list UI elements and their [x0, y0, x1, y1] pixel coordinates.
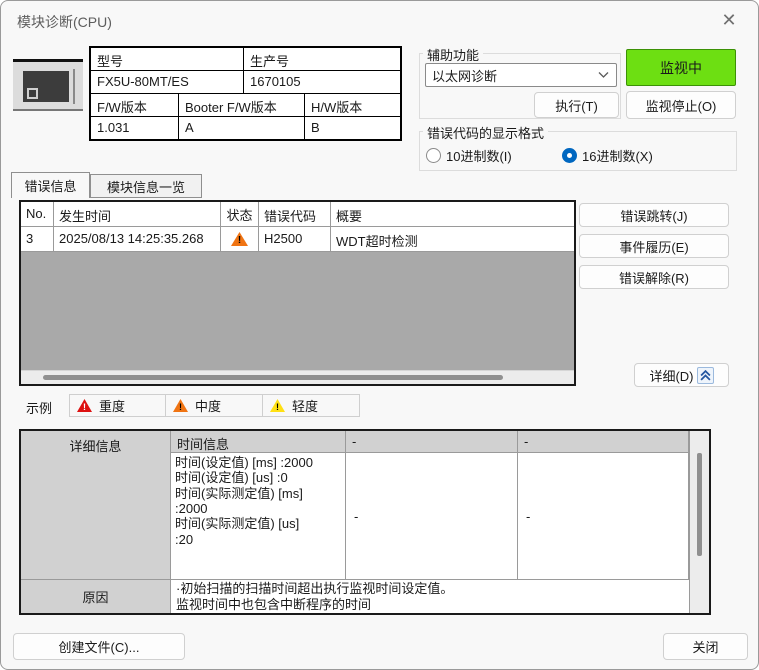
- detail-col3-header: -: [518, 431, 689, 453]
- legend-minor: ! 轻度: [263, 394, 360, 417]
- radio-decimal[interactable]: 10进制数(I): [426, 146, 512, 165]
- error-code-format-label: 错误代码的显示格式: [423, 123, 548, 142]
- error-summary: WDT超时检测: [331, 227, 574, 251]
- vertical-scrollbar[interactable]: [689, 431, 709, 613]
- serial-value: 1670105: [244, 71, 400, 93]
- error-code-format-group: 错误代码的显示格式 10进制数(I) 16进制数(X): [419, 131, 737, 171]
- monitoring-status-badge: 监视中: [626, 49, 736, 86]
- serial-header: 生产号: [244, 48, 400, 70]
- radio-hex[interactable]: 16进制数(X): [562, 146, 653, 165]
- detail-label-column: 详细信息 原因: [21, 431, 171, 613]
- legend-severe: ! 重度: [69, 394, 166, 417]
- detail-col1-body: 时间(设定值) [ms] :2000 时间(设定值) [us] :0 时间(实际…: [171, 453, 346, 579]
- error-row[interactable]: 3 2025/08/13 14:25:35.268 ! H2500 WDT超时检…: [21, 227, 574, 252]
- error-code: H2500: [259, 227, 331, 251]
- error-list: No. 发生时间 状态 错误代码 概要 3 2025/08/13 14:25:3…: [19, 200, 576, 386]
- warning-moderate-icon: !: [231, 232, 248, 246]
- table-row: F/W版本 Booter F/W版本 H/W版本: [91, 94, 400, 117]
- legend-moderate-label: 中度: [195, 396, 221, 415]
- module-panel: [13, 59, 83, 111]
- warning-minor-icon: !: [270, 399, 285, 412]
- close-button[interactable]: 关闭: [663, 633, 748, 660]
- hw-header: H/W版本: [305, 94, 400, 116]
- aux-function-selected: 以太网诊断: [432, 66, 497, 85]
- radio-hex-label: 16进制数(X): [582, 146, 653, 165]
- cause-body: ·初始扫描的扫描时间超出执行监视时间设定值。 监视时间中也包含中断程序的时间: [171, 579, 689, 613]
- model-header: 型号: [91, 48, 244, 70]
- error-time: 2025/08/13 14:25:35.268: [54, 227, 221, 251]
- warning-severe-icon: !: [77, 399, 92, 412]
- chevron-down-icon: [598, 71, 609, 79]
- close-icon[interactable]: ✕: [714, 7, 744, 33]
- booter-value: A: [179, 117, 305, 139]
- error-jump-button[interactable]: 错误跳转(J): [579, 203, 729, 227]
- col-time: 发生时间: [54, 202, 221, 226]
- warning-moderate-icon: !: [173, 399, 188, 412]
- legend-severe-label: 重度: [99, 396, 125, 415]
- legend-minor-label: 轻度: [292, 396, 318, 415]
- legend-moderate: ! 中度: [166, 394, 263, 417]
- tab-error-info[interactable]: 错误信息: [11, 172, 90, 198]
- dialog-title: 模块诊断(CPU): [17, 12, 112, 32]
- tab-module-info-list[interactable]: 模块信息一览: [90, 174, 202, 198]
- detail-col2-body: -: [346, 453, 518, 579]
- error-list-header: No. 发生时间 状态 错误代码 概要: [21, 202, 574, 227]
- hw-value: B: [305, 117, 400, 139]
- radio-unchecked-icon: [426, 148, 441, 163]
- event-history-button[interactable]: 事件履历(E): [579, 234, 729, 258]
- col-code: 错误代码: [259, 202, 331, 226]
- severity-legend: ! 重度 ! 中度 ! 轻度: [69, 394, 360, 417]
- create-file-button[interactable]: 创建文件(C)...: [13, 633, 185, 660]
- radio-checked-icon: [562, 148, 577, 163]
- detail-table: 详细信息 原因 时间信息 - - 时间(设定值) [ms] :2000 时间(设…: [19, 429, 711, 615]
- aux-functions-label: 辅助功能: [423, 45, 483, 64]
- booter-header: Booter F/W版本: [179, 94, 305, 116]
- col-status: 状态: [221, 202, 259, 226]
- chevron-double-up-icon: [700, 370, 711, 381]
- legend-label: 示例: [26, 398, 52, 417]
- detail-col2-header: -: [346, 431, 518, 453]
- scrollbar-thumb[interactable]: [43, 375, 503, 380]
- horizontal-scrollbar[interactable]: [21, 370, 574, 384]
- radio-decimal-label: 10进制数(I): [446, 146, 512, 165]
- scrollbar-thumb[interactable]: [697, 453, 702, 556]
- table-row: 型号 生产号: [91, 48, 400, 71]
- model-value: FX5U-80MT/ES: [91, 71, 244, 93]
- col-summary: 概要: [331, 202, 574, 226]
- module-edge: [73, 69, 75, 104]
- detail-info-label: 详细信息: [21, 436, 170, 455]
- collapse-detail-box: [697, 367, 714, 384]
- detail-button[interactable]: 详细(D): [634, 363, 729, 387]
- cause-label: 原因: [21, 579, 170, 613]
- fw-header: F/W版本: [91, 94, 179, 116]
- error-clear-button[interactable]: 错误解除(R): [579, 265, 729, 289]
- table-row: FX5U-80MT/ES 1670105: [91, 71, 400, 94]
- execute-button[interactable]: 执行(T): [534, 92, 619, 118]
- detail-button-label: 详细(D): [649, 366, 693, 385]
- table-row: 1.031 A B: [91, 117, 400, 139]
- module-body: [23, 71, 69, 102]
- monitor-stop-button[interactable]: 监视停止(O): [626, 91, 736, 119]
- fw-value: 1.031: [91, 117, 179, 139]
- error-no: 3: [21, 227, 54, 251]
- detail-col3-body: -: [518, 453, 689, 579]
- error-status-cell: !: [221, 227, 259, 251]
- module-port: [27, 88, 38, 99]
- col-no: No.: [21, 202, 54, 226]
- module-diagnostics-dialog: 模块诊断(CPU) ✕ 型号 生产号 FX5U-80MT/ES 1670105 …: [0, 0, 759, 670]
- module-info-table: 型号 生产号 FX5U-80MT/ES 1670105 F/W版本 Booter…: [89, 46, 402, 141]
- detail-col1-header: 时间信息: [171, 431, 346, 453]
- aux-function-select[interactable]: 以太网诊断: [425, 63, 617, 87]
- module-image: [9, 49, 85, 117]
